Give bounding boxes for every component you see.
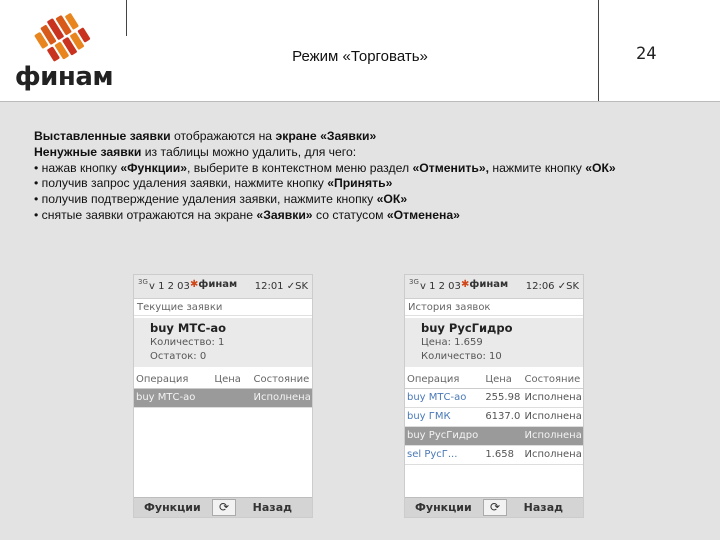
instruction-bold-run: Ненужные заявки bbox=[34, 144, 142, 159]
order-detail-line: Остаток: 0 bbox=[150, 351, 207, 362]
back-button[interactable]: Назад bbox=[524, 501, 563, 514]
slide-header: финам Режим «Торговать» 24 bbox=[0, 0, 720, 102]
table-row[interactable]: buy МТС-ао Исполнена bbox=[134, 388, 312, 408]
instruction-run: отображаются на bbox=[170, 129, 276, 143]
refresh-icon[interactable]: ⟳ bbox=[212, 499, 236, 516]
instruction-bold-run: «Принять» bbox=[327, 176, 393, 191]
app-version: v 1 2 03 bbox=[420, 281, 461, 292]
row-price bbox=[212, 388, 252, 408]
instruction-line: Ненужные заявки из таблицы можно удалить… bbox=[34, 145, 694, 161]
column-header: Состояние bbox=[251, 371, 312, 389]
row-price bbox=[483, 426, 523, 446]
logo-wordmark: финам bbox=[14, 62, 114, 92]
instruction-run: • получив подтверждение удаления заявки,… bbox=[34, 192, 377, 207]
instruction-bold-run: Выставленные заявки bbox=[34, 129, 171, 143]
phone-softkey-bar: Функции ⟳ Назад bbox=[134, 497, 312, 517]
order-name: buy РусГидро bbox=[421, 321, 513, 335]
order-name: buy МТС-ао bbox=[150, 321, 227, 335]
row-instrument: buy МТС-ао bbox=[134, 388, 213, 408]
phone-logo-text: финам bbox=[198, 279, 238, 290]
instruction-text: Выставленные заявки отображаются на экра… bbox=[34, 129, 694, 224]
status-time: 12:06 ✓SK bbox=[525, 281, 579, 292]
row-price: 1.658 bbox=[483, 445, 523, 465]
instruction-bold-run: «ОК» bbox=[585, 160, 616, 175]
phone-screen-title: История заявок bbox=[405, 299, 583, 316]
phone-softkey-bar: Функции ⟳ Назад bbox=[405, 497, 583, 517]
column-header: Операция bbox=[134, 371, 213, 389]
phone-screen-title: Текущие заявки bbox=[134, 299, 312, 316]
instruction-line: • снятые заявки отражаются на экране «За… bbox=[34, 208, 694, 224]
orders-table: Операция Цена Состояние buy МТС-ао 255.98 Исп… bbox=[405, 371, 583, 465]
row-status: Исполнена bbox=[522, 407, 583, 427]
row-instrument: buy РусГидро bbox=[405, 426, 484, 446]
row-status: Исполнена bbox=[522, 426, 583, 446]
instruction-bold-run: «Функции» bbox=[120, 160, 188, 175]
page-number: 24 bbox=[636, 44, 657, 64]
phone-status-bar: 3G v 1 2 03 ✱финам 12:01 ✓SK bbox=[134, 275, 312, 299]
network-indicator: 3G bbox=[138, 278, 148, 286]
instruction-run: • нажав кнопку bbox=[34, 160, 121, 175]
instruction-run: из таблицы можно удалить, для чего: bbox=[141, 144, 357, 159]
table-header-row: Операция Цена Состояние bbox=[134, 371, 312, 389]
instruction-bold-run: «ОК» bbox=[376, 192, 408, 207]
instruction-bold-run: экране «Заявки» bbox=[275, 129, 377, 143]
row-instrument: buy МТС-ао bbox=[405, 388, 484, 408]
status-time: 12:01 ✓SK bbox=[254, 281, 308, 292]
table-row[interactable]: buy МТС-ао 255.98 Исполнена bbox=[405, 388, 583, 408]
slide-title: Режим «Торговать» bbox=[292, 48, 428, 65]
instruction-line: • получив запрос удаления заявки, нажмит… bbox=[34, 176, 694, 192]
back-button[interactable]: Назад bbox=[253, 501, 292, 514]
header-divider-right bbox=[598, 0, 599, 102]
instruction-bold-run: «Отменить», bbox=[412, 160, 489, 175]
phone-screen-current-orders: 3G v 1 2 03 ✱финам 12:01 ✓SK Текущие заявки b… bbox=[133, 274, 313, 518]
logo-mark-icon bbox=[34, 13, 91, 62]
instruction-line: Выставленные заявки отображаются на экра… bbox=[34, 129, 694, 145]
instruction-line: • нажав кнопку «Функции», выберите в кон… bbox=[34, 161, 694, 177]
phone-logo-text: финам bbox=[469, 279, 509, 290]
instruction-run: со статусом bbox=[312, 207, 387, 222]
instruction-run: , выберите в контекстном меню раздел bbox=[187, 160, 413, 175]
phone-status-bar: 3G v 1 2 03 ✱финам 12:06 ✓SK bbox=[405, 275, 583, 299]
instruction-run: нажмите кнопку bbox=[488, 160, 586, 175]
instruction-run: • получив запрос удаления заявки, нажмит… bbox=[34, 176, 328, 191]
functions-button[interactable]: Функции bbox=[415, 501, 472, 514]
header-divider-left bbox=[126, 0, 127, 36]
instruction-line: • получив подтверждение удаления заявки,… bbox=[34, 192, 694, 208]
row-instrument: sel РусГ... bbox=[405, 445, 484, 465]
functions-button[interactable]: Функции bbox=[144, 501, 201, 514]
column-header: Операция bbox=[405, 371, 484, 389]
phone-screen-order-history: 3G v 1 2 03 ✱финам 12:06 ✓SK История заявок b… bbox=[404, 274, 584, 518]
column-header: Цена bbox=[483, 371, 523, 389]
app-version: v 1 2 03 bbox=[149, 281, 190, 292]
table-header-row: Операция Цена Состояние bbox=[405, 371, 583, 389]
network-indicator: 3G bbox=[409, 278, 419, 286]
slide-content: Выставленные заявки отображаются на экра… bbox=[0, 102, 720, 540]
orders-table: Операция Цена Состояние buy МТС-ао Исполнена bbox=[134, 371, 312, 408]
finam-logo: финам bbox=[14, 12, 114, 92]
row-status: Исполнена bbox=[522, 388, 583, 408]
row-price: 255.98 bbox=[483, 388, 523, 408]
column-header: Состояние bbox=[522, 371, 583, 389]
row-instrument: buy ГМК bbox=[405, 407, 484, 427]
order-detail-card[interactable]: buy МТС-ао Количество: 1 Остаток: 0 bbox=[134, 318, 312, 367]
phone-app-logo: ✱финам bbox=[461, 279, 508, 290]
refresh-icon[interactable]: ⟳ bbox=[483, 499, 507, 516]
order-detail-card[interactable]: buy РусГидро Цена: 1.659 Количество: 10 bbox=[405, 318, 583, 367]
instruction-run: • снятые заявки отражаются на экране bbox=[34, 207, 257, 222]
table-row[interactable]: buy РусГидро Исполнена bbox=[405, 426, 583, 446]
row-status: Исполнена bbox=[522, 445, 583, 465]
row-status: Исполнена bbox=[251, 388, 312, 408]
order-detail-line: Количество: 1 bbox=[150, 337, 225, 348]
column-header: Цена bbox=[212, 371, 252, 389]
order-detail-line: Количество: 10 bbox=[421, 351, 502, 362]
phone-app-logo: ✱финам bbox=[190, 279, 237, 290]
row-price: 6137.0 bbox=[483, 407, 523, 427]
table-row[interactable]: buy ГМК 6137.0 Исполнена bbox=[405, 407, 583, 427]
instruction-bold-run: «Заявки» bbox=[256, 207, 313, 222]
instruction-bold-run: «Отменена» bbox=[386, 207, 460, 222]
order-detail-line: Цена: 1.659 bbox=[421, 337, 483, 348]
table-row[interactable]: sel РусГ... 1.658 Исполнена bbox=[405, 445, 583, 465]
